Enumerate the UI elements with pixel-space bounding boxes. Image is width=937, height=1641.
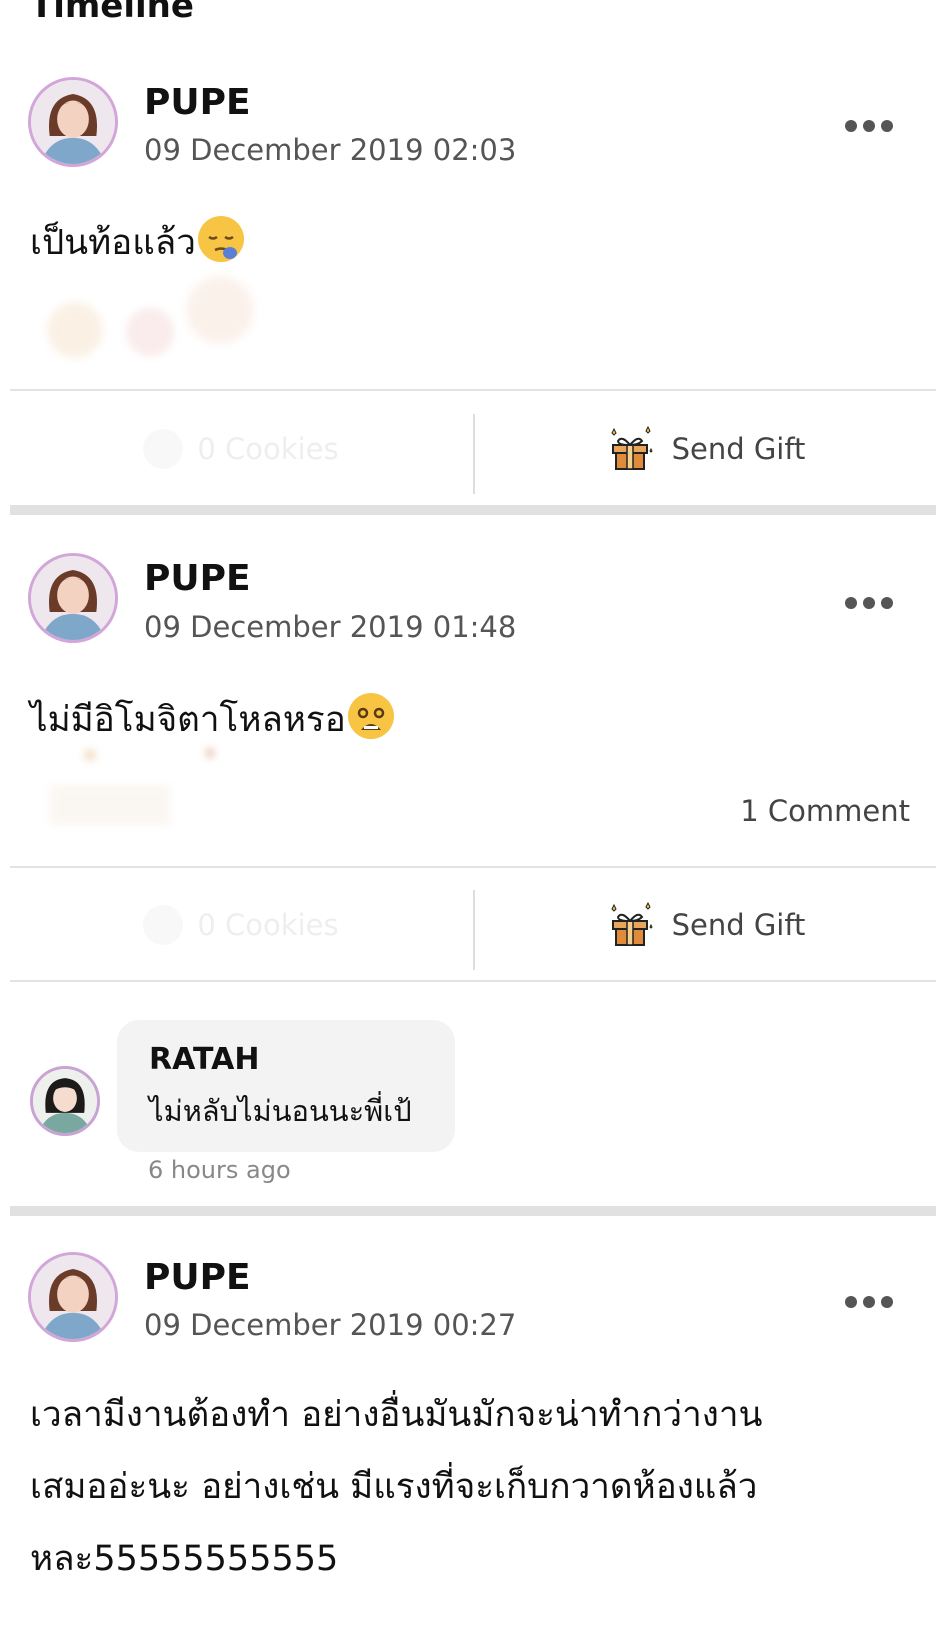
post-date: 09 December 2019 02:03 — [144, 133, 517, 167]
anguished-face-emoji — [347, 693, 394, 739]
author-name[interactable]: PUPE — [144, 82, 251, 123]
cookies-label: 0 Cookies — [197, 432, 339, 466]
post-text-content: ไม่มีอิโมจิตาโหลหรอ — [30, 700, 346, 740]
post-actions: 0 Cookies Send Gift — [10, 880, 936, 970]
post-text-line: เสมออ่ะนะ อย่างเช่น มีแรงที่จะเก็บกวาดห้… — [30, 1467, 758, 1507]
divider — [10, 866, 936, 868]
gift-icon — [610, 901, 653, 946]
cookies-button[interactable]: 0 Cookies — [10, 880, 472, 970]
post-date: 09 December 2019 01:48 — [144, 610, 517, 644]
send-gift-label: Send Gift — [671, 432, 806, 466]
more-options-icon[interactable] — [845, 597, 893, 609]
post-text-line: เวลามีงานต้องทำ อย่างอื่นมันมักจะน่าทำกว… — [30, 1395, 763, 1435]
post-actions: 0 Cookies Send Gift — [10, 404, 936, 494]
cookie-icon — [143, 429, 184, 469]
comment-count[interactable]: 1 Comment — [740, 794, 910, 828]
author-avatar[interactable] — [28, 1252, 118, 1342]
commenter-avatar[interactable] — [30, 1066, 100, 1136]
post-separator — [10, 1206, 936, 1216]
page-title: Timeline — [30, 0, 194, 26]
cookie-icon — [143, 905, 184, 945]
post-text: เวลามีงานต้องทำ อย่างอื่นมันมักจะน่าทำกว… — [30, 1379, 910, 1595]
divider — [10, 980, 936, 982]
comment-text: ไม่หลับไม่นอนนะพี่เป้ — [149, 1094, 412, 1128]
send-gift-label: Send Gift — [671, 908, 806, 942]
post-text-content: เป็นท้อแล้ว — [30, 223, 196, 263]
avatar-image — [33, 1069, 97, 1133]
post-date: 09 December 2019 00:27 — [144, 1308, 517, 1342]
faded-image — [30, 745, 380, 835]
faded-image — [30, 270, 380, 360]
cookies-label: 0 Cookies — [197, 908, 339, 942]
sleepy-face-emoji — [197, 216, 244, 262]
post-separator — [10, 505, 936, 515]
send-gift-button[interactable]: Send Gift — [475, 880, 936, 970]
post-text: เป็นท้อแล้ว — [30, 207, 244, 279]
avatar-image — [31, 556, 115, 640]
avatar-image — [31, 80, 115, 164]
more-options-icon[interactable] — [845, 1296, 893, 1308]
more-options-icon[interactable] — [845, 120, 893, 132]
cookies-button[interactable]: 0 Cookies — [10, 404, 472, 494]
comment-bubble: RATAH ไม่หลับไม่นอนนะพี่เป้ — [117, 1020, 455, 1152]
comment-time: 6 hours ago — [148, 1156, 291, 1184]
commenter-name[interactable]: RATAH — [149, 1042, 259, 1077]
divider — [10, 389, 936, 391]
send-gift-button[interactable]: Send Gift — [475, 404, 936, 494]
author-name[interactable]: PUPE — [144, 1257, 251, 1298]
author-avatar[interactable] — [28, 77, 118, 167]
author-avatar[interactable] — [28, 553, 118, 643]
avatar-image — [31, 1255, 115, 1339]
author-name[interactable]: PUPE — [144, 558, 251, 599]
post-text-line: หละ55555555555 — [30, 1539, 339, 1579]
gift-icon — [610, 425, 653, 470]
